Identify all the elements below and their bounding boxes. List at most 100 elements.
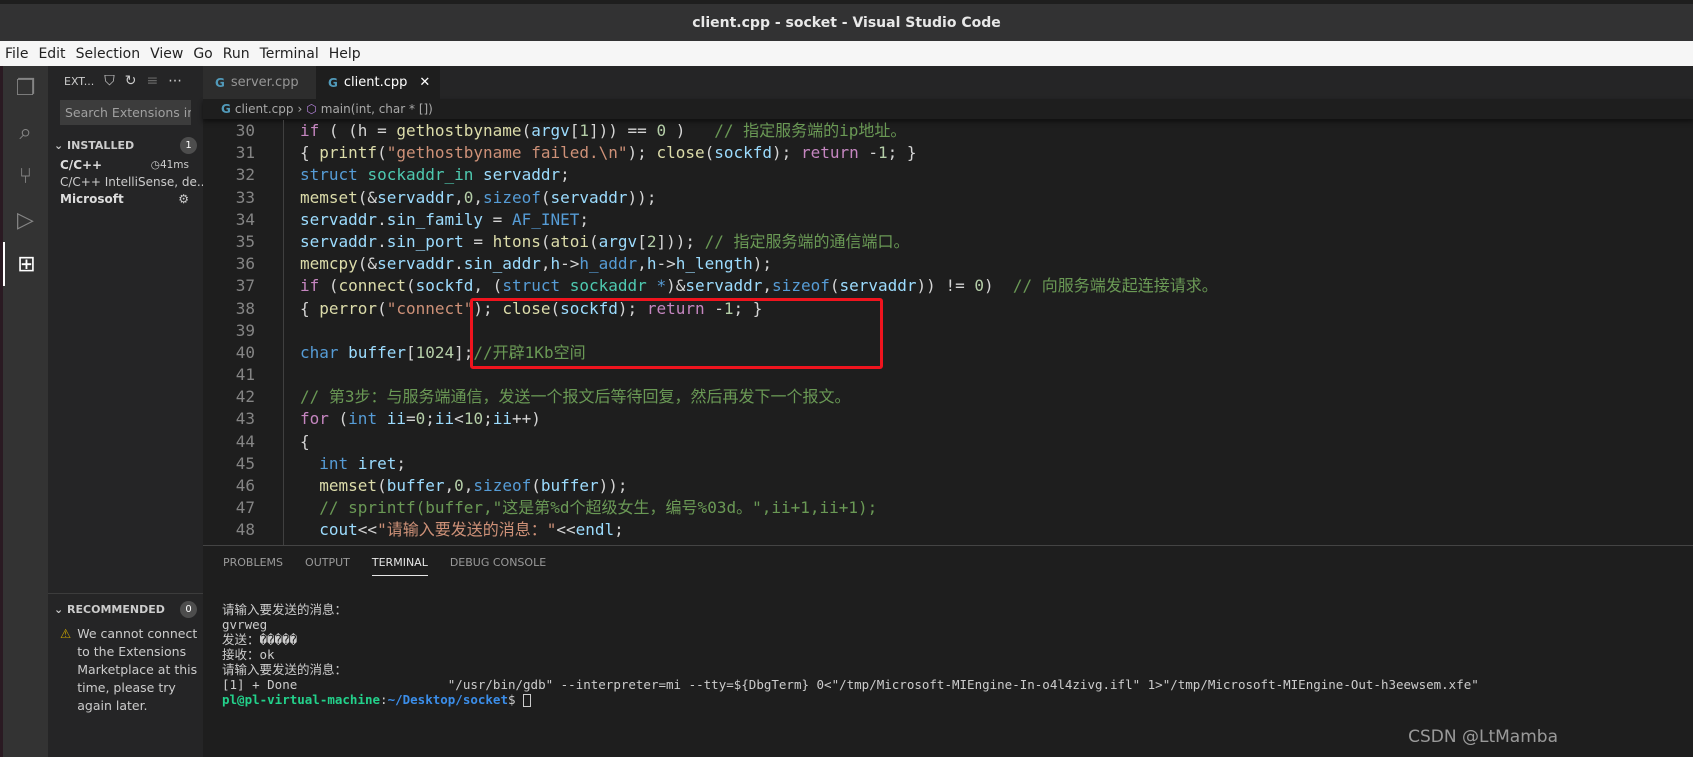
- code-line: 32 struct sockaddr_in servaddr;: [203, 164, 1693, 186]
- tab-label: server.cpp: [230, 75, 299, 90]
- code-token: return: [800, 143, 859, 163]
- code-token: ,: [473, 187, 484, 207]
- code-token: )) !=: [916, 276, 975, 296]
- line-number: 43: [235, 409, 255, 429]
- menu-view[interactable]: View: [145, 46, 188, 62]
- code-token: ): [983, 276, 1013, 296]
- code-token: if: [300, 276, 320, 296]
- code-token: memset: [300, 187, 358, 207]
- breadcrumb-file[interactable]: client.cpp: [235, 102, 294, 116]
- code-token: 1: [579, 121, 590, 140]
- extensions-icon[interactable]: ⊞: [3, 242, 48, 286]
- code-token: ->: [656, 254, 676, 274]
- code-token: sin_port: [386, 231, 464, 251]
- line-number: 38: [235, 298, 255, 318]
- code-token: [: [405, 342, 416, 362]
- gear-icon[interactable]: ⚙: [178, 191, 189, 208]
- extension-item-cpp[interactable]: C/C++ ◷41ms C/C++ IntelliSense, de... Mi…: [48, 157, 203, 208]
- code-token: ,: [762, 276, 773, 296]
- code-token: ->: [560, 254, 580, 274]
- code-token: ,: [463, 476, 474, 495]
- files-icon[interactable]: ❐: [3, 66, 48, 110]
- code-token: ;: [560, 165, 570, 185]
- code-token: ): [666, 121, 715, 140]
- code-token: 0: [463, 187, 474, 207]
- code-token: h: [646, 254, 657, 274]
- tab-client-cpp[interactable]: Gclient.cpp ✕: [316, 66, 441, 99]
- breadcrumb-symbol[interactable]: main(int, char * []): [321, 102, 433, 116]
- panel-tab-terminal[interactable]: TERMINAL: [371, 556, 428, 576]
- line-text: // 第3步：与服务端通信，发送一个报文后等待回复，然后再发下一个报文。: [300, 386, 851, 408]
- code-token: close: [656, 143, 705, 163]
- more-icon[interactable]: ⋯: [168, 73, 182, 89]
- code-token: (: [377, 298, 387, 318]
- code-token: =: [463, 231, 493, 251]
- activation-time: 41ms: [159, 159, 189, 171]
- extension-description: C/C++ IntelliSense, de...: [60, 175, 203, 189]
- menu-edit[interactable]: Edit: [33, 46, 70, 62]
- editor-tabs: Gserver.cpp Gclient.cpp ✕: [203, 66, 1693, 99]
- code-token: <<: [357, 520, 378, 540]
- menu-run[interactable]: Run: [218, 46, 255, 62]
- menu-file[interactable]: File: [0, 46, 33, 62]
- refresh-icon[interactable]: ↻: [125, 73, 137, 89]
- filter-icon[interactable]: ⛉: [104, 73, 115, 89]
- code-token: 0: [454, 476, 464, 495]
- code-token: perror: [319, 298, 378, 318]
- clear-icon[interactable]: ≡: [146, 73, 158, 89]
- code-token: ,: [454, 187, 464, 207]
- tab-server-cpp[interactable]: Gserver.cpp: [203, 66, 316, 99]
- code-token: (: [531, 476, 541, 495]
- menu-bar: File Edit Selection View Go Run Terminal Help: [0, 41, 1693, 66]
- recommended-section-header[interactable]: ⌄ RECOMMENDED 0: [48, 597, 203, 621]
- marketplace-warning: We cannot connect to the Extensions Mark…: [77, 626, 198, 713]
- code-token: char: [300, 342, 339, 362]
- line-number: 34: [235, 209, 255, 229]
- code-token: servaddr: [300, 231, 378, 251]
- terminal-line: 接收：ok: [222, 647, 275, 662]
- menu-selection[interactable]: Selection: [71, 46, 146, 62]
- code-token: cout: [319, 520, 358, 540]
- warning-icon: ⚠: [60, 626, 72, 641]
- source-control-icon[interactable]: ⑂: [3, 154, 48, 198]
- code-token: ));: [627, 187, 657, 207]
- code-token: h_length: [675, 254, 753, 274]
- code-token: ;: [614, 520, 624, 540]
- line-number: 44: [235, 431, 255, 451]
- code-token: servaddr: [300, 209, 378, 229]
- code-token: // 指定服务端的ip地址。: [714, 121, 907, 140]
- panel-tab-problems[interactable]: PROBLEMS: [223, 556, 283, 569]
- panel-tab-debug-console[interactable]: DEBUG CONSOLE: [450, 556, 546, 569]
- code-token: {: [300, 143, 320, 163]
- code-area[interactable]: 30 if ( (h = gethostbyname(argv[1])) == 0…: [203, 120, 1693, 564]
- code-token: sockaddr: [569, 276, 647, 296]
- line-text: {: [300, 431, 310, 453]
- line-number: 42: [235, 387, 255, 407]
- cpp-file-icon: G: [328, 75, 338, 90]
- terminal-output[interactable]: 请输入要发送的消息： gvrweg 发送：����� 接收：ok 请输入要发送的消息：[…: [222, 602, 1479, 707]
- line-text: // sprintf(buffer,"这是第%d个超级女生，编号%03d。",i…: [300, 497, 877, 519]
- code-token: [: [569, 121, 580, 140]
- line-text: for (int ii=0;ii<10;ii++): [300, 408, 541, 430]
- close-icon[interactable]: ✕: [419, 75, 430, 90]
- line-number: 35: [235, 231, 255, 251]
- code-token: sockfd: [415, 276, 474, 296]
- code-token: printf: [319, 143, 378, 163]
- code-token: servaddr: [377, 254, 455, 274]
- line-text: int iret;: [300, 453, 406, 475]
- code-line: 39: [203, 320, 1693, 342]
- run-debug-icon[interactable]: ▷: [3, 198, 48, 242]
- recommended-count-badge: 0: [180, 600, 197, 618]
- menu-help[interactable]: Help: [324, 46, 366, 62]
- menu-terminal[interactable]: Terminal: [255, 46, 324, 62]
- code-line: 35 servaddr.sin_port = htons(atoi(argv[2]…: [203, 231, 1693, 253]
- panel-tab-output[interactable]: OUTPUT: [305, 556, 350, 569]
- extension-name: C/C++: [60, 158, 103, 172]
- search-icon[interactable]: ⌕: [3, 110, 48, 154]
- search-extensions-input[interactable]: Search Extensions in...: [60, 100, 191, 125]
- section-label: RECOMMENDED: [67, 602, 165, 616]
- menu-go[interactable]: Go: [188, 46, 217, 62]
- prompt-sep: :: [380, 692, 388, 707]
- installed-section-header[interactable]: ⌄ INSTALLED 1: [48, 133, 203, 157]
